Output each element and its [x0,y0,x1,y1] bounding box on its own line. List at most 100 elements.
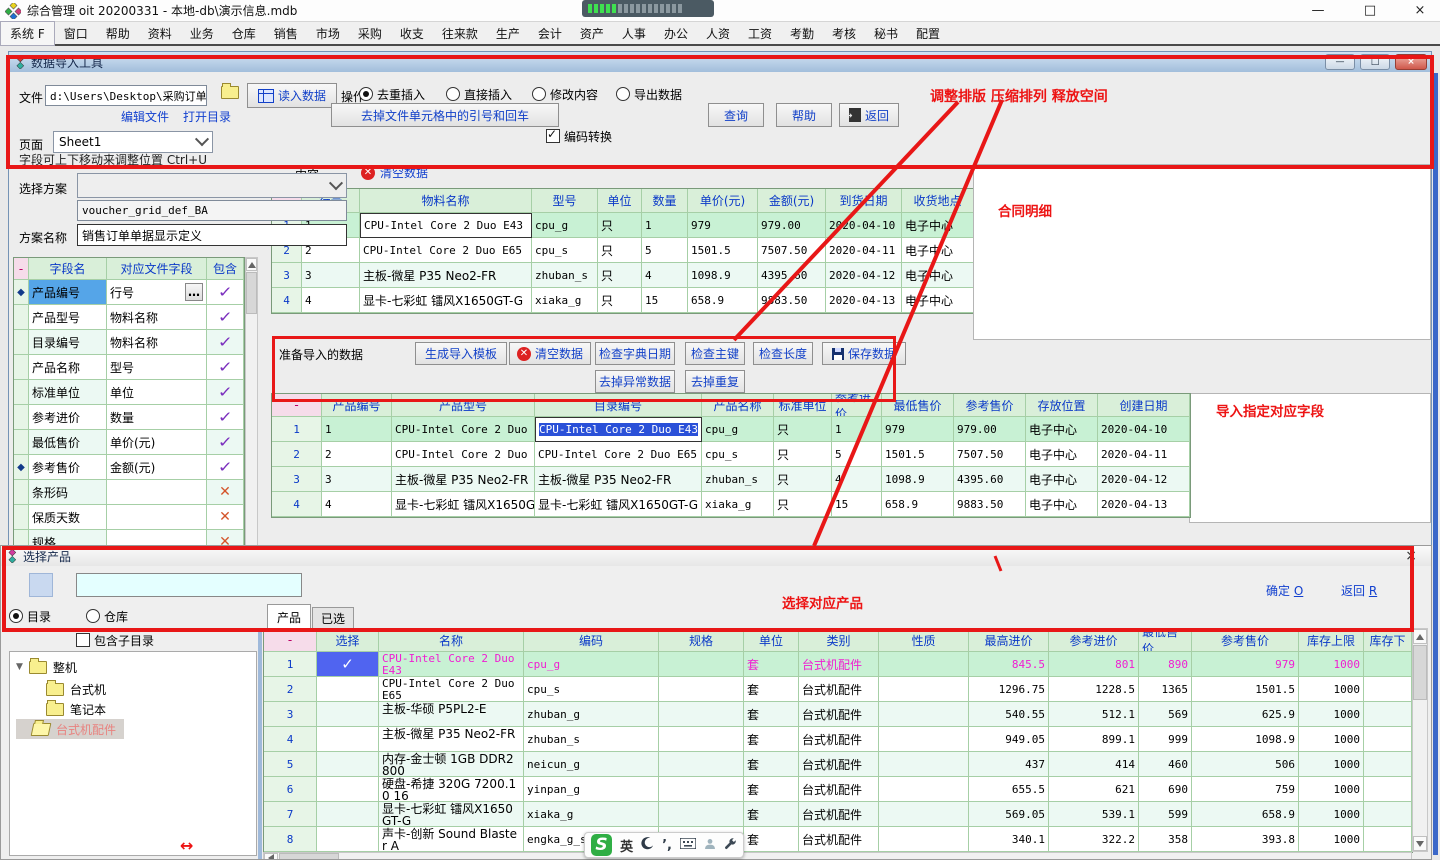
cell[interactable]: 台式机配件 [799,802,879,827]
cell[interactable]: 参考售价 [29,455,107,480]
cell[interactable]: 569.05 [969,802,1049,827]
cell[interactable]: 台式机配件 [799,777,879,802]
cell[interactable]: ✓ [207,305,244,330]
cell[interactable] [317,727,379,752]
cell[interactable]: 979 [1192,652,1299,677]
cell[interactable]: 15 [832,492,882,517]
cell[interactable] [659,802,744,827]
cell[interactable]: ◆ [14,280,29,305]
cell[interactable] [1364,777,1412,802]
cell[interactable]: 2 [264,677,317,702]
cell[interactable]: 条形码 [29,480,107,505]
cell[interactable]: 1 [272,417,322,442]
cell[interactable]: 3 [272,263,302,288]
radio-operation-3[interactable]: 导出数据 [616,86,682,103]
cell[interactable]: 3 [272,467,322,492]
cell[interactable]: 只 [774,442,832,467]
cell[interactable]: 产品型号 [29,305,107,330]
cell[interactable] [317,802,379,827]
cell[interactable]: zhuban_s [702,467,774,492]
cell[interactable] [14,480,29,505]
return-link[interactable]: 返回 R [1341,582,1377,599]
cell[interactable]: 8 [264,827,317,852]
cell[interactable]: 1000 [1299,802,1364,827]
cell[interactable]: 声卡-创新 Sound Blaster A [379,827,524,852]
cell[interactable]: 型号 [107,355,207,380]
cell[interactable]: ✓ [207,380,244,405]
clear-contract-button[interactable]: ✕ 清空数据 [361,164,428,181]
menu-item-17[interactable]: 工资 [739,22,781,45]
cell[interactable]: 979.00 [758,213,826,238]
wrench-icon[interactable] [724,837,737,853]
radio-warehouse[interactable]: 仓库 [86,608,128,625]
cell[interactable]: 套 [744,827,799,852]
cell[interactable]: ◆ [14,455,29,480]
cell[interactable] [1364,727,1412,752]
cell[interactable]: CPU-Intel Core 2 Duo E43 [379,652,524,677]
cell[interactable]: 322.2 [1049,827,1139,852]
cell[interactable] [14,330,29,355]
sogou-logo-icon[interactable]: S [591,834,612,856]
cell[interactable]: 621 [1049,777,1139,802]
cell[interactable]: 套 [744,652,799,677]
cell[interactable]: cpu_g [532,213,598,238]
cell[interactable]: 显卡-七彩虹 镭风X1650GT-G [535,492,702,517]
help-button[interactable]: 帮助 [776,103,832,127]
cell[interactable]: 套 [744,802,799,827]
cell[interactable]: 只 [598,263,642,288]
tab-selected[interactable]: 已选 [312,607,354,629]
cell[interactable]: 6 [264,777,317,802]
scheme-code-input[interactable]: voucher_grid_def_BA [77,200,347,221]
cell[interactable]: 1098.9 [1192,727,1299,752]
cell[interactable]: 电子中心 [902,213,974,238]
selected-checkmark[interactable]: ✓ [317,652,378,676]
cell[interactable]: 电子中心 [1026,442,1098,467]
cell[interactable]: 1501.5 [688,238,758,263]
cell[interactable] [14,305,29,330]
minimize-icon[interactable]: — [1296,0,1340,21]
color-swatch[interactable] [29,573,53,597]
cell[interactable]: 358 [1139,827,1192,852]
cell[interactable] [879,752,969,777]
cell[interactable] [14,355,29,380]
cell[interactable]: 显卡-七彩虹 镭风X1650GT-G [392,492,535,517]
cell[interactable]: ✓ [317,652,379,677]
cell[interactable]: 949.05 [969,727,1049,752]
cell[interactable]: 台式机配件 [799,652,879,677]
browse-button[interactable]: … [185,283,203,301]
cell[interactable]: xiaka_g [524,802,659,827]
cell[interactable]: 行号… [107,280,207,305]
cell[interactable]: 4 [272,492,322,517]
cell[interactable]: 2 [272,442,322,467]
cell[interactable]: zhuban_g [524,702,659,727]
cell[interactable]: 显卡-七彩虹 镭风X1650GT-G [360,288,532,313]
cell[interactable]: 512.1 [1049,702,1139,727]
cell[interactable]: 只 [774,492,832,517]
cell[interactable]: 主板-微星 P35 Neo2-FR [392,467,535,492]
encode-checkbox[interactable]: 编码转换 [546,128,612,145]
cell[interactable]: 主板-微星 P35 Neo2-FR [535,467,702,492]
picker-titlebar[interactable]: 选择产品 × [1,546,1431,566]
cell[interactable]: ✕ [207,505,244,530]
cell[interactable]: 1296.75 [969,677,1049,702]
cell[interactable]: 979 [882,417,954,442]
menu-item-20[interactable]: 秘书 [865,22,907,45]
cell[interactable]: 产品编号 [29,280,107,305]
menu-item-15[interactable]: 办公 [655,22,697,45]
cell[interactable]: 2020-04-10 [1098,417,1190,442]
cell[interactable]: 658.9 [1192,802,1299,827]
product-vscrollbar[interactable] [1412,628,1428,852]
scheme-select[interactable] [77,173,347,198]
menu-item-4[interactable]: 业务 [181,22,223,45]
cell[interactable]: xiaka_g [702,492,774,517]
cell[interactable]: yinpan_g [524,777,659,802]
menu-item-21[interactable]: 配置 [907,22,949,45]
cell[interactable]: CPU-Intel Core 2 Duo E43 [535,417,702,442]
cell[interactable] [879,827,969,852]
cell[interactable]: ✓ [207,330,244,355]
cell[interactable]: 1228.5 [1049,677,1139,702]
cell[interactable]: 产品名称 [29,355,107,380]
ime-language-toggle[interactable]: 英 [620,836,633,855]
cell[interactable]: xiaka_g [532,288,598,313]
tree-item-2[interactable]: 笔记本 [46,699,114,719]
